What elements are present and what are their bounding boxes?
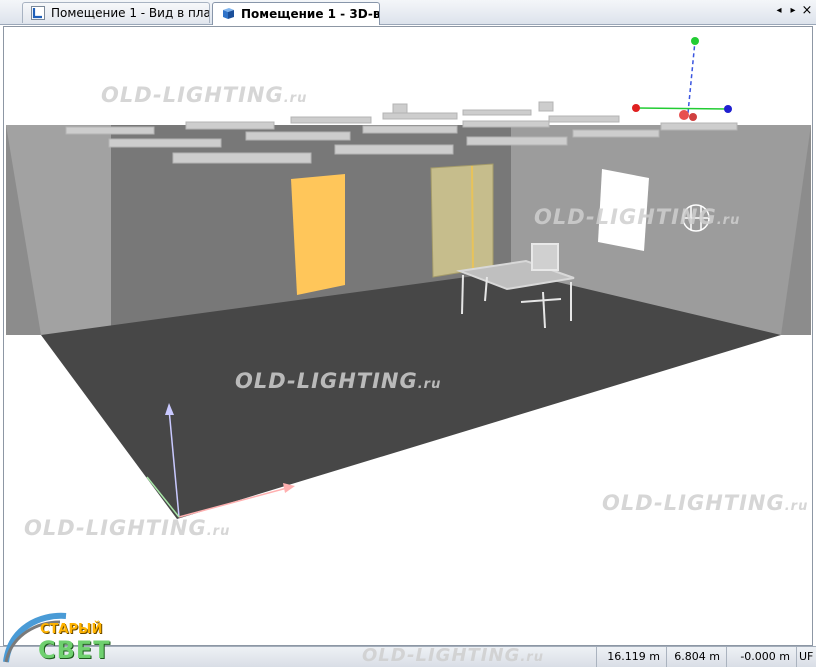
status-extra: UF (796, 647, 816, 667)
watermark: OLD-LIGHTING.ru (235, 369, 442, 393)
room-3d-scene[interactable] (4, 27, 812, 645)
watermark: OLD-LIGHTING.ru (534, 205, 741, 229)
logo: СТАРЫЙ СВЕТ (0, 608, 140, 666)
view-orientation-gizmo (632, 37, 732, 121)
document-tab-bar: Помещение 1 - Вид в плане Помещение 1 - … (0, 0, 816, 25)
close-tab-button[interactable]: × (800, 3, 814, 19)
logo-text-top: СТАРЫЙ (40, 622, 103, 637)
status-y-coordinate: 6.804 m (666, 647, 726, 667)
status-x-coordinate: 16.119 m (596, 647, 666, 667)
tab-label: Помещение 1 - Вид в плане (51, 6, 210, 20)
wardrobe (430, 163, 494, 278)
status-z-coordinate: -0.000 m (726, 647, 796, 667)
watermark: OLD-LIGHTING.ru (362, 645, 544, 666)
watermark: OLD-LIGHTING.ru (24, 516, 231, 540)
tab-plan-view[interactable]: Помещение 1 - Вид в плане (22, 2, 210, 23)
watermark: OLD-LIGHTING.ru (101, 83, 308, 107)
tab-3d-view[interactable]: Помещение 1 - 3D-вид (212, 2, 380, 25)
tab-label: Помещение 1 - 3D-вид (241, 7, 380, 21)
door (291, 174, 345, 295)
3d-viewport[interactable]: OLD-LIGHTING.ru OLD-LIGHTING.ru OLD-LIGH… (3, 26, 813, 646)
logo-text-bottom: СВЕТ (38, 636, 111, 664)
watermark: OLD-LIGHTING.ru (602, 491, 809, 515)
plan-view-icon (31, 6, 45, 20)
tab-scroll-left-button[interactable]: ◂ (772, 3, 786, 19)
3d-cube-icon (223, 8, 234, 19)
tab-scroll-right-button[interactable]: ▸ (786, 3, 800, 19)
